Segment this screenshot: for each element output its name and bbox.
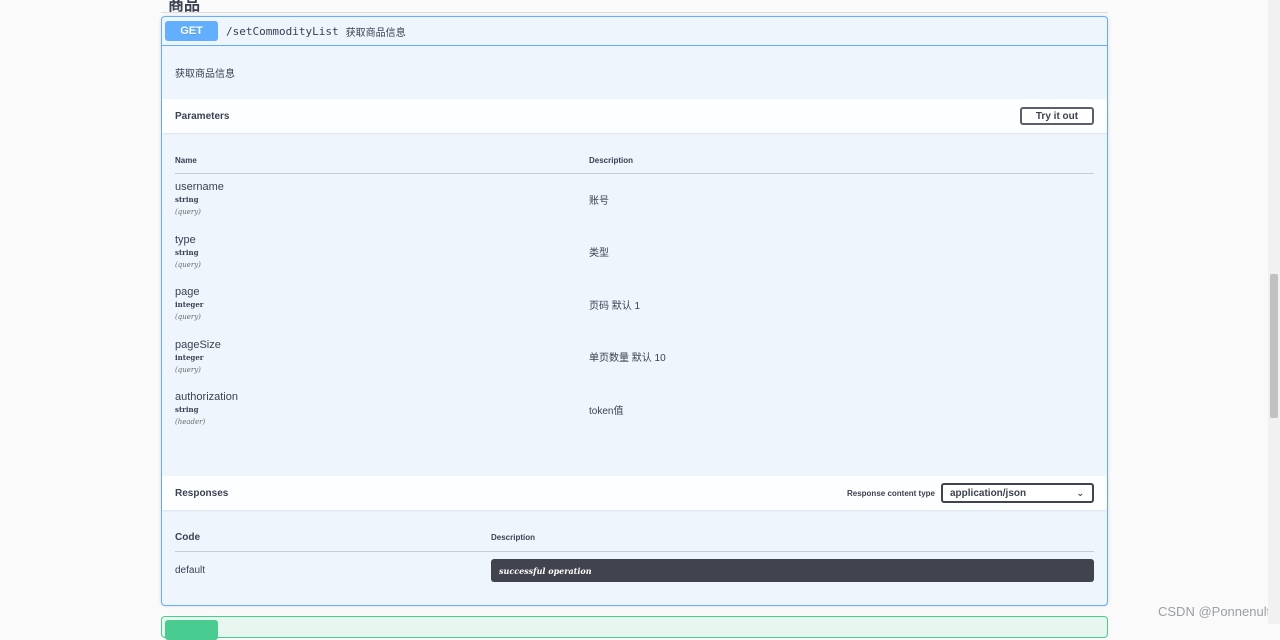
chevron-down-icon: ⌄ xyxy=(1076,487,1084,498)
parameters-title: Parameters xyxy=(175,110,230,122)
param-col-name: Name xyxy=(175,156,197,165)
param-name: page xyxy=(175,286,200,298)
param-in: (query) xyxy=(175,261,201,269)
param-row: username string (query) xyxy=(175,181,224,218)
response-content-type-select[interactable]: application/json ⌄ xyxy=(941,483,1094,503)
param-type: integer xyxy=(175,300,204,309)
response-description-box: successful operation xyxy=(491,559,1094,582)
section-divider xyxy=(161,12,1108,13)
param-row: authorization string (header) xyxy=(175,391,238,428)
param-description: 账号 xyxy=(589,196,609,207)
page-scrollbar[interactable] xyxy=(1268,0,1280,624)
operation-block-get: GET /setCommodityList 获取商品信息 获取商品信息 Para… xyxy=(161,16,1108,606)
param-col-description: Description xyxy=(589,156,634,165)
param-description: token值 xyxy=(589,406,624,417)
select-value: application/json xyxy=(950,487,1027,499)
param-name: authorization xyxy=(175,391,238,403)
responses-title: Responses xyxy=(175,487,229,499)
param-description: 单页数量 默认 10 xyxy=(589,353,666,364)
method-badge: GET xyxy=(165,21,218,41)
param-in: (query) xyxy=(175,208,201,216)
param-in: (query) xyxy=(175,313,201,321)
param-description: 类型 xyxy=(589,248,609,259)
param-row: page integer (query) xyxy=(175,286,203,323)
param-type: string xyxy=(175,195,199,204)
response-header-rule xyxy=(175,551,1094,552)
param-type: integer xyxy=(175,353,204,362)
responses-header: Responses Response content type applicat… xyxy=(162,476,1107,510)
param-header-rule xyxy=(175,173,1094,174)
param-type: string xyxy=(175,248,199,257)
operation-summary-text: 获取商品信息 xyxy=(345,27,406,39)
response-code: default xyxy=(175,565,206,576)
method-badge xyxy=(165,620,218,640)
scrollbar-thumb[interactable] xyxy=(1270,274,1278,418)
response-content-type-label: Response content type xyxy=(846,488,935,498)
operation-block-post[interactable] xyxy=(161,616,1108,640)
response-col-description: Description xyxy=(491,533,536,542)
response-col-code: Code xyxy=(175,532,200,543)
param-in: (query) xyxy=(175,366,201,374)
param-name: type xyxy=(175,234,196,246)
watermark: CSDN @Ponnenult xyxy=(1158,604,1271,619)
try-it-out-button[interactable]: Try it out xyxy=(1020,107,1094,125)
param-name: username xyxy=(175,181,224,193)
param-type: string xyxy=(175,405,199,414)
param-row: type string (query) xyxy=(175,234,201,271)
operation-description: 获取商品信息 xyxy=(175,69,235,80)
operation-summary[interactable]: GET /setCommodityList 获取商品信息 xyxy=(162,17,1107,46)
param-name: pageSize xyxy=(175,339,221,351)
response-content-type: Response content type application/json ⌄ xyxy=(847,483,1094,503)
response-description: successful operation xyxy=(499,565,592,576)
param-row: pageSize integer (query) xyxy=(175,339,221,376)
param-in: (header) xyxy=(175,418,206,426)
operation-path: /setCommodityList xyxy=(226,24,339,38)
param-description: 页码 默认 1 xyxy=(589,301,641,312)
parameters-header: Parameters Try it out xyxy=(162,99,1107,133)
